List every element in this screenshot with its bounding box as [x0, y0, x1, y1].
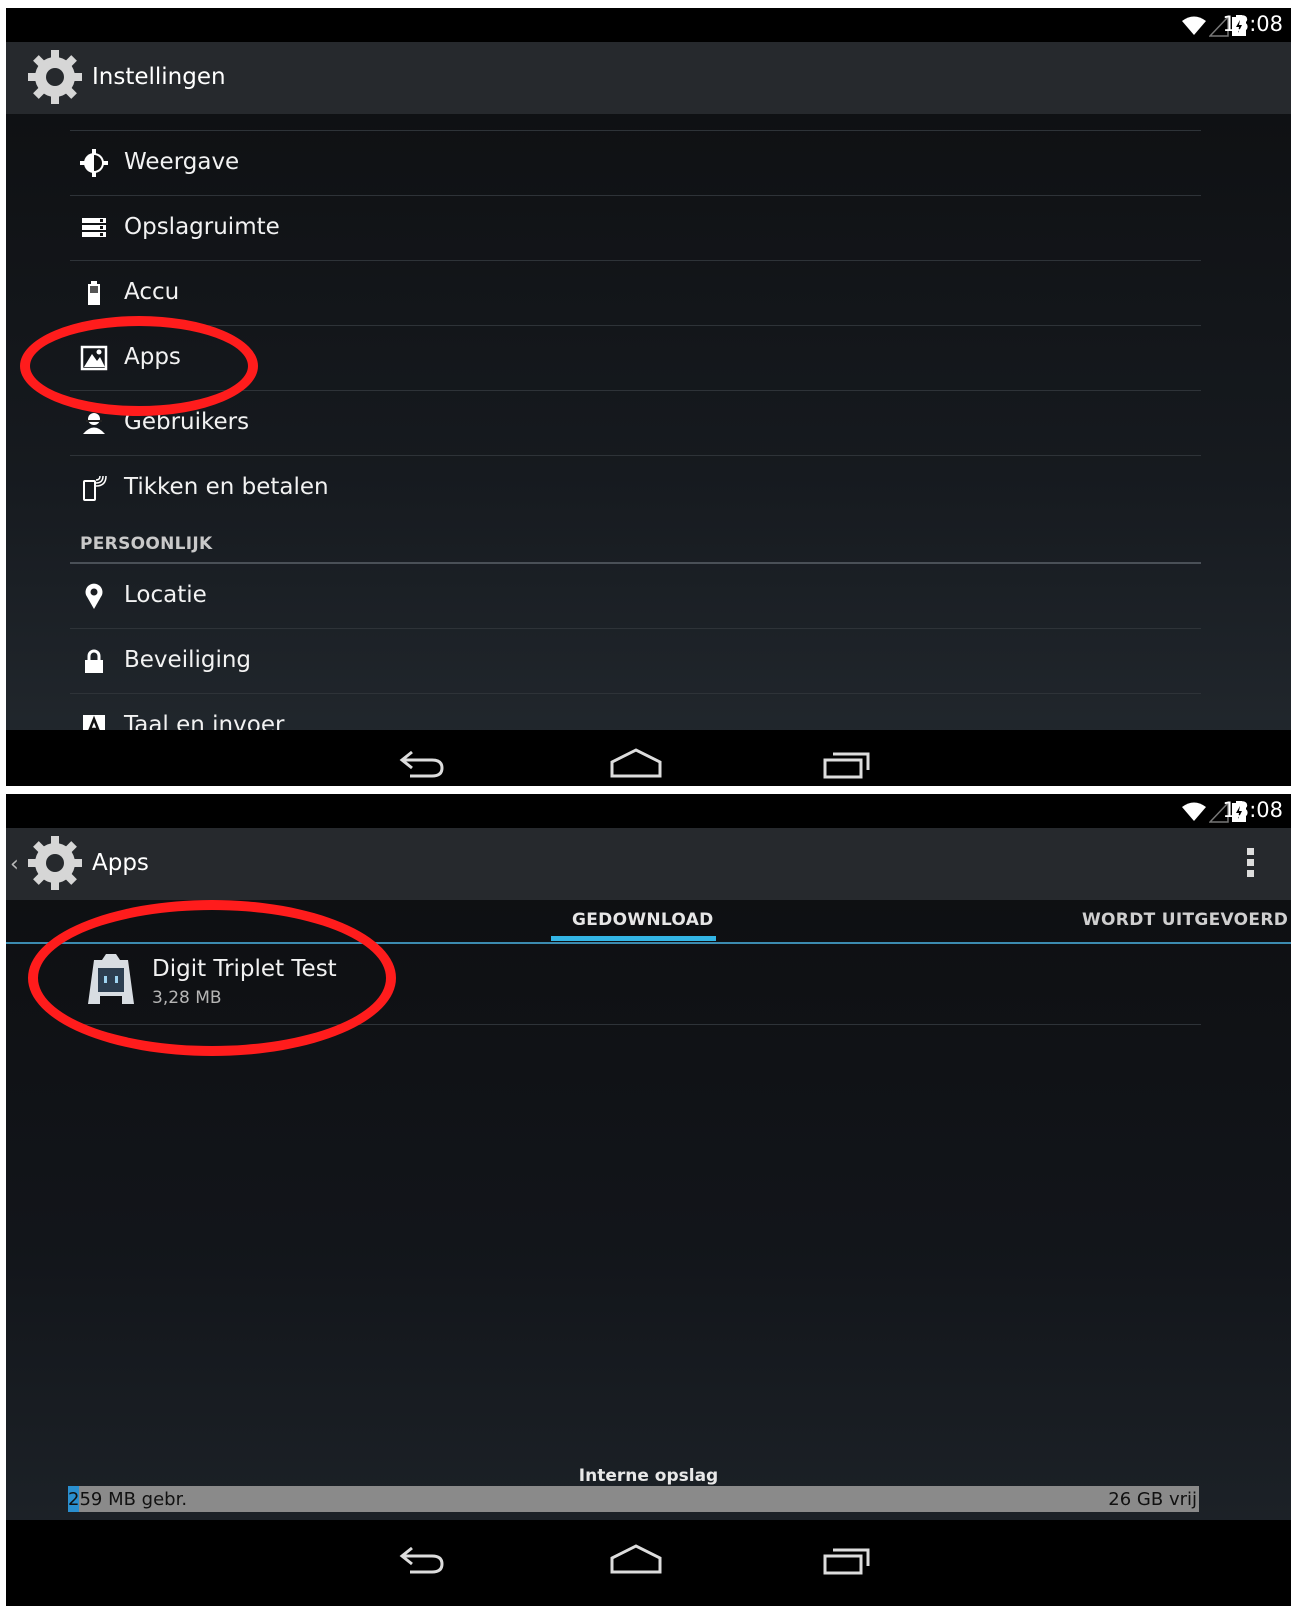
display-icon [80, 149, 108, 177]
nfc-icon [83, 475, 107, 501]
overflow-menu-icon[interactable] [1247, 848, 1255, 878]
back-icon[interactable] [396, 746, 450, 780]
settings-item-label: Locatie [124, 582, 207, 608]
settings-item-tikken-en-betalen[interactable]: Tikken en betalen [70, 455, 1201, 520]
apps-screen: 13:08 ‹ Apps GEDOWNLOAD WORDT UITGEVOERD [6, 794, 1291, 1606]
settings-item-beveiliging[interactable]: Beveiliging [70, 628, 1201, 693]
storage-bar: 259 MB gebr. 26 GB vrij [68, 1486, 1199, 1512]
settings-screen: 13:08 Instellingen Weergave Opslagruimte… [6, 8, 1291, 786]
settings-list: Weergave Opslagruimte Accu Apps Gebruike… [70, 130, 1201, 758]
tab-indicator [551, 936, 716, 941]
home-icon[interactable] [609, 1542, 663, 1576]
settings-item-weergave[interactable]: Weergave [70, 130, 1201, 195]
settings-item-label: Beveiliging [124, 647, 252, 673]
settings-gear-icon [28, 50, 82, 104]
settings-item-label: Opslagruimte [124, 214, 280, 240]
settings-item-label: Accu [124, 279, 180, 305]
section-header-label: PERSOONLIJK [80, 534, 213, 554]
section-header-personal: PERSOONLIJK [70, 520, 1201, 562]
settings-item-label: Tikken en betalen [124, 474, 329, 500]
action-bar: Instellingen [6, 42, 1291, 114]
settings-item-locatie[interactable]: Locatie [70, 564, 1201, 628]
back-icon[interactable] [396, 1542, 450, 1576]
status-bar: 13:08 [6, 8, 1291, 42]
storage-label: Interne opslag [578, 1466, 719, 1486]
tab-wordt-uitgevoerd[interactable]: WORDT UITGEVOERD [1082, 910, 1288, 930]
wifi-icon [1182, 802, 1206, 821]
settings-item-accu[interactable]: Accu [70, 260, 1201, 325]
storage-free-text: 26 GB vrij [1108, 1489, 1197, 1510]
lock-icon [85, 649, 103, 673]
status-time: 13:08 [1222, 12, 1283, 36]
settings-item-opslagruimte[interactable]: Opslagruimte [70, 195, 1201, 260]
settings-gear-icon[interactable] [26, 834, 84, 892]
storage-used-text: 259 MB gebr. [68, 1489, 188, 1510]
home-icon[interactable] [609, 746, 663, 780]
highlight-circle-apps [20, 316, 258, 416]
action-bar: ‹ Apps [6, 828, 1291, 900]
recent-apps-icon[interactable] [822, 746, 876, 780]
settings-item-gebruikers[interactable]: Gebruikers [70, 390, 1201, 455]
navigation-bar [6, 1520, 1291, 1606]
recent-apps-icon[interactable] [822, 1542, 876, 1576]
page-title: Instellingen [92, 64, 226, 90]
status-time: 13:08 [1222, 798, 1283, 822]
page-title: Apps [92, 850, 149, 876]
up-navigation-caret[interactable]: ‹ [10, 852, 19, 877]
wifi-icon [1182, 16, 1206, 35]
status-bar: 13:08 [6, 794, 1291, 828]
highlight-circle-app [28, 900, 396, 1056]
tab-gedownload[interactable]: GEDOWNLOAD [572, 910, 714, 930]
navigation-bar [6, 730, 1291, 786]
settings-item-label: Weergave [124, 149, 240, 175]
location-icon [85, 583, 103, 609]
storage-icon [82, 218, 106, 237]
battery-icon [88, 281, 100, 305]
